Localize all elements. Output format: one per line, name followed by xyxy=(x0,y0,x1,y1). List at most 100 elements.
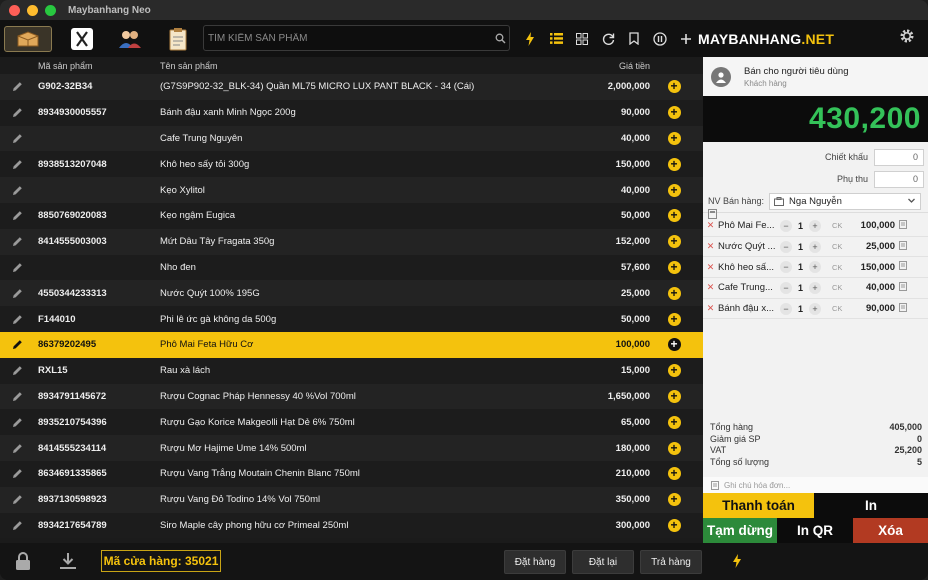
table-row[interactable]: RXL15 Rau xà lách 15,000 + xyxy=(0,357,703,384)
search-icon[interactable] xyxy=(491,33,509,44)
edit-icon[interactable] xyxy=(0,468,34,479)
surcharge-input[interactable] xyxy=(874,170,924,188)
pause-icon[interactable] xyxy=(647,26,673,52)
delete-order-button[interactable]: Xóa xyxy=(853,518,928,543)
item-discount-button[interactable]: CK xyxy=(832,221,844,230)
edit-icon[interactable] xyxy=(0,417,34,428)
add-to-cart-button[interactable]: + xyxy=(654,415,694,429)
refresh-icon[interactable] xyxy=(595,26,621,52)
lock-icon[interactable] xyxy=(14,551,32,574)
table-row[interactable]: 8634691335865 Rượu Vang Trắng Moutain Che… xyxy=(0,460,703,487)
reset-order-button[interactable]: Đặt lại xyxy=(572,550,634,574)
increase-qty-button[interactable]: + xyxy=(809,261,821,274)
note-icon[interactable] xyxy=(899,240,907,253)
print-button[interactable]: In xyxy=(814,493,928,518)
add-to-cart-button[interactable]: + xyxy=(654,286,694,300)
edit-icon[interactable] xyxy=(0,288,34,299)
edit-icon[interactable] xyxy=(0,365,34,376)
table-row[interactable]: 8938513207048 Khô heo sấy tỏi 300g 150,000… xyxy=(0,151,703,178)
add-to-cart-button[interactable]: + xyxy=(654,441,694,455)
edit-icon[interactable] xyxy=(0,314,34,325)
table-row[interactable]: G902-32B34 (G7S9P902-32_BLK-34) Quần ML75… xyxy=(0,74,703,100)
table-row[interactable]: 8850769020083 Kẹo ngậm Eugica 50,000 + xyxy=(0,202,703,229)
add-to-cart-button[interactable]: + xyxy=(654,183,694,197)
increase-qty-button[interactable]: + xyxy=(809,219,821,232)
add-to-cart-button[interactable]: + xyxy=(654,389,694,403)
maximize-window-button[interactable] xyxy=(45,4,56,16)
add-to-cart-button[interactable]: + xyxy=(654,260,694,274)
pause-order-button[interactable]: Tạm dừng xyxy=(703,518,777,543)
table-row[interactable]: 8414555003003 Mứt Dâu Tây Fragata 350g 152… xyxy=(0,228,703,255)
table-row[interactable]: F144010 Phi lê ức gà không da 500g 50,000 + xyxy=(0,306,703,332)
calculator-icon[interactable] xyxy=(708,209,717,222)
edit-icon[interactable] xyxy=(0,210,34,221)
print-qr-button[interactable]: In QR xyxy=(777,518,853,543)
edit-icon[interactable] xyxy=(0,236,34,247)
plus-icon[interactable] xyxy=(673,26,699,52)
remove-item-icon[interactable]: ✕ xyxy=(703,303,718,314)
add-to-cart-button[interactable]: + xyxy=(654,364,694,378)
close-window-button[interactable] xyxy=(9,4,20,16)
table-row[interactable]: 8935210754396 Rượu Gạo Korice Makgeolli H… xyxy=(0,409,703,436)
increase-qty-button[interactable]: + xyxy=(809,240,821,253)
add-to-cart-button[interactable]: + xyxy=(654,518,694,532)
item-discount-button[interactable]: CK xyxy=(832,242,844,251)
add-to-cart-button[interactable]: + xyxy=(654,209,694,223)
orders-tab-button[interactable] xyxy=(154,26,202,52)
discount-input[interactable] xyxy=(874,148,924,166)
edit-icon[interactable] xyxy=(0,107,34,118)
remove-item-icon[interactable]: ✕ xyxy=(703,282,718,293)
decrease-qty-button[interactable]: − xyxy=(780,261,792,274)
edit-icon[interactable] xyxy=(0,159,34,170)
decrease-qty-button[interactable]: − xyxy=(780,219,792,232)
place-order-button[interactable]: Đặt hàng xyxy=(504,550,566,574)
add-to-cart-button[interactable]: + xyxy=(654,467,694,481)
decrease-qty-button[interactable]: − xyxy=(780,281,792,294)
edit-icon[interactable] xyxy=(0,185,34,196)
products-tab-button[interactable] xyxy=(4,25,52,52)
decrease-qty-button[interactable]: − xyxy=(780,302,792,315)
table-row[interactable]: 86379202495 Phô Mai Feta Hữu Cơ 100,000 + xyxy=(0,331,703,358)
bolt-icon[interactable] xyxy=(517,26,543,52)
table-row[interactable]: 8414555234114 Rượu Mơ Hajime Ume 14% 500m… xyxy=(0,435,703,461)
quick-bolt-icon[interactable] xyxy=(732,554,742,571)
item-discount-button[interactable]: CK xyxy=(832,304,844,313)
restaurant-tab-button[interactable] xyxy=(58,26,106,52)
edit-icon[interactable] xyxy=(0,339,34,350)
download-icon[interactable] xyxy=(58,551,78,574)
quantity-stepper[interactable]: −1 + xyxy=(780,240,821,253)
search-input[interactable] xyxy=(208,32,491,44)
table-row[interactable]: Kẹo Xylitol 40,000 + xyxy=(0,177,703,203)
list-view-icon[interactable] xyxy=(543,26,569,52)
add-to-cart-button[interactable]: + xyxy=(654,106,694,120)
table-row[interactable]: 4550344233313 Nước Quýt 100% 195G 25,000 + xyxy=(0,280,703,307)
return-goods-button[interactable]: Trả hàng xyxy=(640,550,702,574)
item-discount-button[interactable]: CK xyxy=(832,283,844,292)
add-to-cart-button[interactable]: + xyxy=(654,80,694,94)
item-discount-button[interactable]: CK xyxy=(832,263,844,272)
gear-icon[interactable] xyxy=(899,28,915,47)
grid-view-icon[interactable] xyxy=(569,26,595,52)
table-row[interactable]: 8934217654789 Siro Maple cây phong hữu cơ… xyxy=(0,512,703,539)
note-icon[interactable] xyxy=(899,302,907,315)
remove-item-icon[interactable]: ✕ xyxy=(703,262,718,273)
table-row[interactable]: 8934930005557 Bánh đậu xanh Minh Ngọc 200… xyxy=(0,99,703,126)
add-to-cart-button[interactable]: + xyxy=(654,131,694,145)
add-to-cart-button[interactable]: + xyxy=(654,338,694,352)
bookmark-icon[interactable] xyxy=(621,26,647,52)
quantity-stepper[interactable]: −1 + xyxy=(780,302,821,315)
table-row[interactable]: 8934791145672 Rượu Cognac Pháp Hennessy 4… xyxy=(0,383,703,410)
quantity-stepper[interactable]: −1 + xyxy=(780,219,821,232)
customer-selector[interactable]: Bán cho người tiêu dùng Khách hàng xyxy=(703,57,928,96)
edit-icon[interactable] xyxy=(0,391,34,402)
add-to-cart-button[interactable]: + xyxy=(654,493,694,507)
edit-icon[interactable] xyxy=(0,520,34,531)
quantity-stepper[interactable]: −1 + xyxy=(780,261,821,274)
pay-button[interactable]: Thanh toán xyxy=(703,493,814,518)
edit-icon[interactable] xyxy=(0,494,34,505)
increase-qty-button[interactable]: + xyxy=(809,281,821,294)
edit-icon[interactable] xyxy=(0,133,34,144)
add-to-cart-button[interactable]: + xyxy=(654,157,694,171)
edit-icon[interactable] xyxy=(0,81,34,92)
table-row[interactable]: Cafe Trung Nguyên 40,000 + xyxy=(0,125,703,152)
